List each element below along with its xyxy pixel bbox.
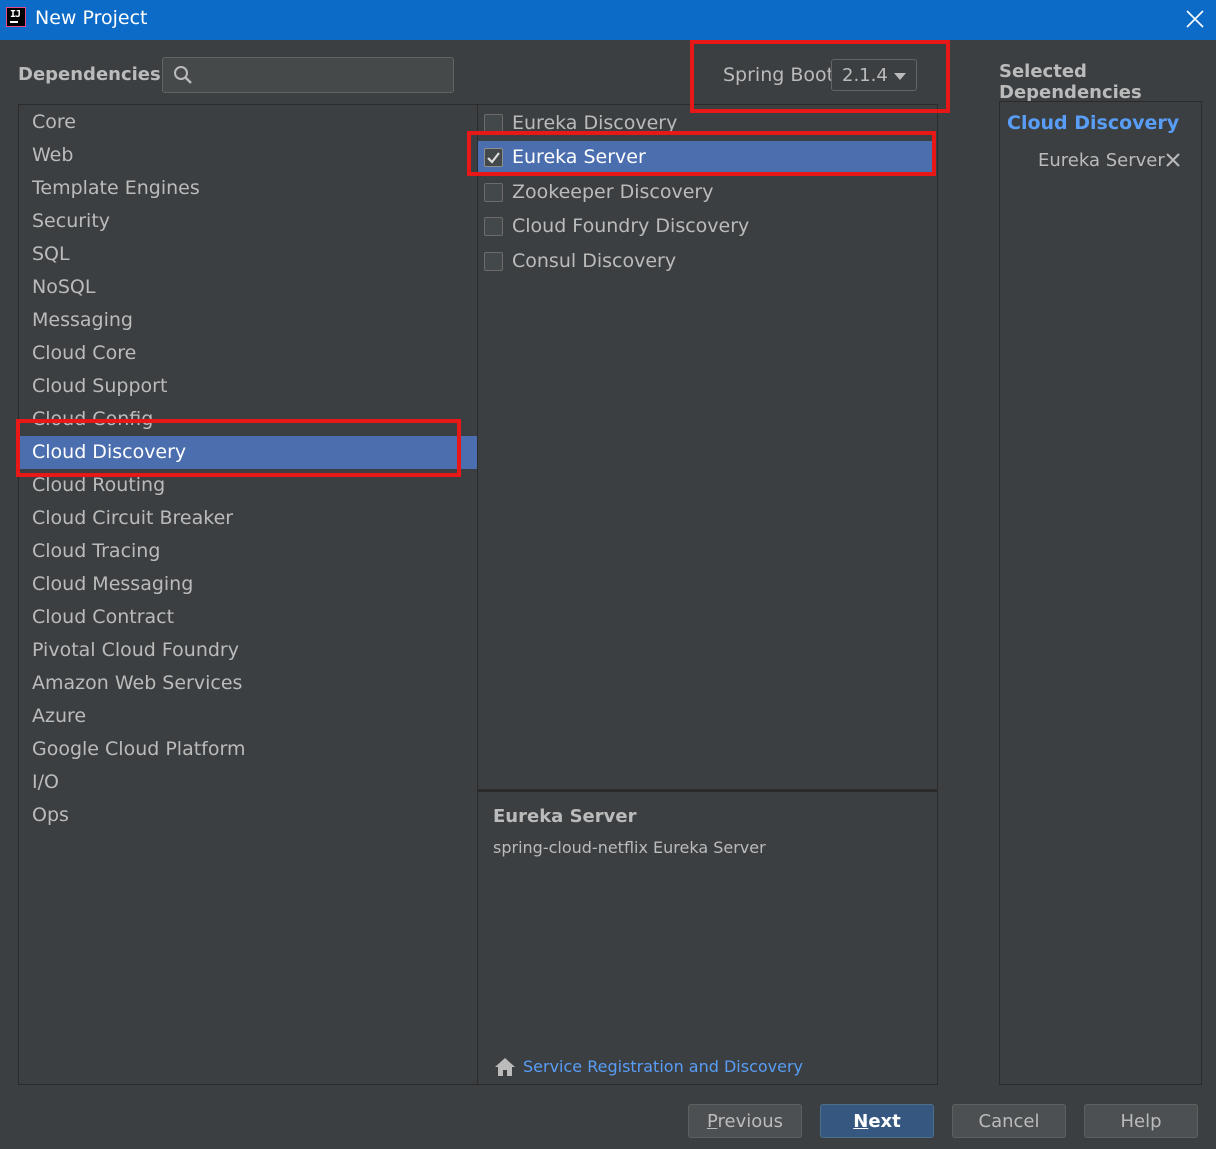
category-item[interactable]: Ops [19, 799, 477, 832]
spring-boot-label: Spring Boot [723, 64, 835, 86]
category-item[interactable]: Amazon Web Services [19, 667, 477, 700]
spring-boot-version-select[interactable]: 2.1.4 [831, 59, 917, 91]
category-item[interactable]: Azure [19, 700, 477, 733]
search-field[interactable] [162, 57, 454, 93]
home-icon [495, 1058, 515, 1076]
checkbox[interactable] [484, 217, 503, 236]
category-item[interactable]: Cloud Circuit Breaker [19, 502, 477, 535]
check-icon [487, 152, 500, 164]
help-button[interactable]: Help [1084, 1104, 1198, 1138]
guide-link-text[interactable]: Service Registration and Discovery [523, 1057, 803, 1076]
category-item[interactable]: Cloud Routing [19, 469, 477, 502]
category-item[interactable]: I/O [19, 766, 477, 799]
category-item[interactable]: Cloud Core [19, 337, 477, 370]
category-item[interactable]: Cloud Config [19, 403, 477, 436]
next-button[interactable]: Next [820, 1104, 934, 1138]
category-item[interactable]: Template Engines [19, 172, 477, 205]
description-title: Eureka Server [493, 806, 637, 827]
dependency-item[interactable]: Zookeeper Discovery [478, 176, 936, 210]
selected-dependencies-panel: Cloud Discovery Eureka Server [999, 101, 1202, 1085]
category-list[interactable]: Core Web Template Engines Security SQL N… [18, 104, 478, 1085]
dependency-item[interactable]: Cloud Foundry Discovery [478, 210, 936, 244]
search-icon [174, 66, 192, 84]
dependencies-label: Dependencies [18, 64, 161, 85]
category-item[interactable]: Cloud Contract [19, 601, 477, 634]
selected-group-title: Cloud Discovery [1007, 112, 1180, 134]
category-item[interactable]: Core [19, 106, 477, 139]
checkbox[interactable] [484, 183, 503, 202]
category-item[interactable]: Cloud Tracing [19, 535, 477, 568]
checkbox[interactable] [484, 252, 503, 271]
description-text: spring-cloud-netflix Eureka Server [493, 838, 766, 857]
dependency-item[interactable]: Eureka Discovery [478, 107, 936, 141]
search-input[interactable] [199, 62, 448, 90]
dependency-label: Consul Discovery [512, 250, 677, 272]
category-item[interactable]: Google Cloud Platform [19, 733, 477, 766]
category-item[interactable]: Cloud Support [19, 370, 477, 403]
previous-button[interactable]: Previous [688, 1104, 802, 1138]
selected-dependency-label: Eureka Server [1038, 150, 1165, 171]
remove-icon[interactable] [1166, 153, 1180, 167]
cancel-button[interactable]: Cancel [952, 1104, 1066, 1138]
dependency-label: Eureka Server [512, 146, 646, 168]
dependency-label: Eureka Discovery [512, 112, 678, 134]
category-item[interactable]: Cloud Messaging [19, 568, 477, 601]
spring-boot-version-value: 2.1.4 [842, 65, 888, 86]
category-item-selected[interactable]: Cloud Discovery [19, 436, 477, 469]
selected-dependencies-title: Selected Dependencies [999, 61, 1142, 103]
checkbox[interactable] [484, 114, 503, 133]
category-item[interactable]: Pivotal Cloud Foundry [19, 634, 477, 667]
title-bar: IJ New Project [0, 0, 1216, 40]
description-panel: Eureka Server spring-cloud-netflix Eurek… [478, 790, 938, 1085]
window-title: New Project [35, 7, 148, 29]
category-item[interactable]: NoSQL [19, 271, 477, 304]
chevron-down-icon [894, 73, 906, 80]
dependency-item-selected[interactable]: Eureka Server [478, 141, 936, 175]
category-item[interactable]: Security [19, 205, 477, 238]
category-item[interactable]: Web [19, 139, 477, 172]
close-icon[interactable] [1184, 8, 1206, 30]
category-item[interactable]: SQL [19, 238, 477, 271]
category-item[interactable]: Messaging [19, 304, 477, 337]
checkbox-checked[interactable] [484, 148, 503, 167]
dependency-list[interactable]: Eureka Discovery Eureka Server Zookeeper… [478, 104, 938, 790]
dependency-label: Cloud Foundry Discovery [512, 215, 750, 237]
dependency-label: Zookeeper Discovery [512, 181, 714, 203]
dependency-item[interactable]: Consul Discovery [478, 245, 936, 279]
intellij-logo-icon: IJ [6, 7, 26, 27]
